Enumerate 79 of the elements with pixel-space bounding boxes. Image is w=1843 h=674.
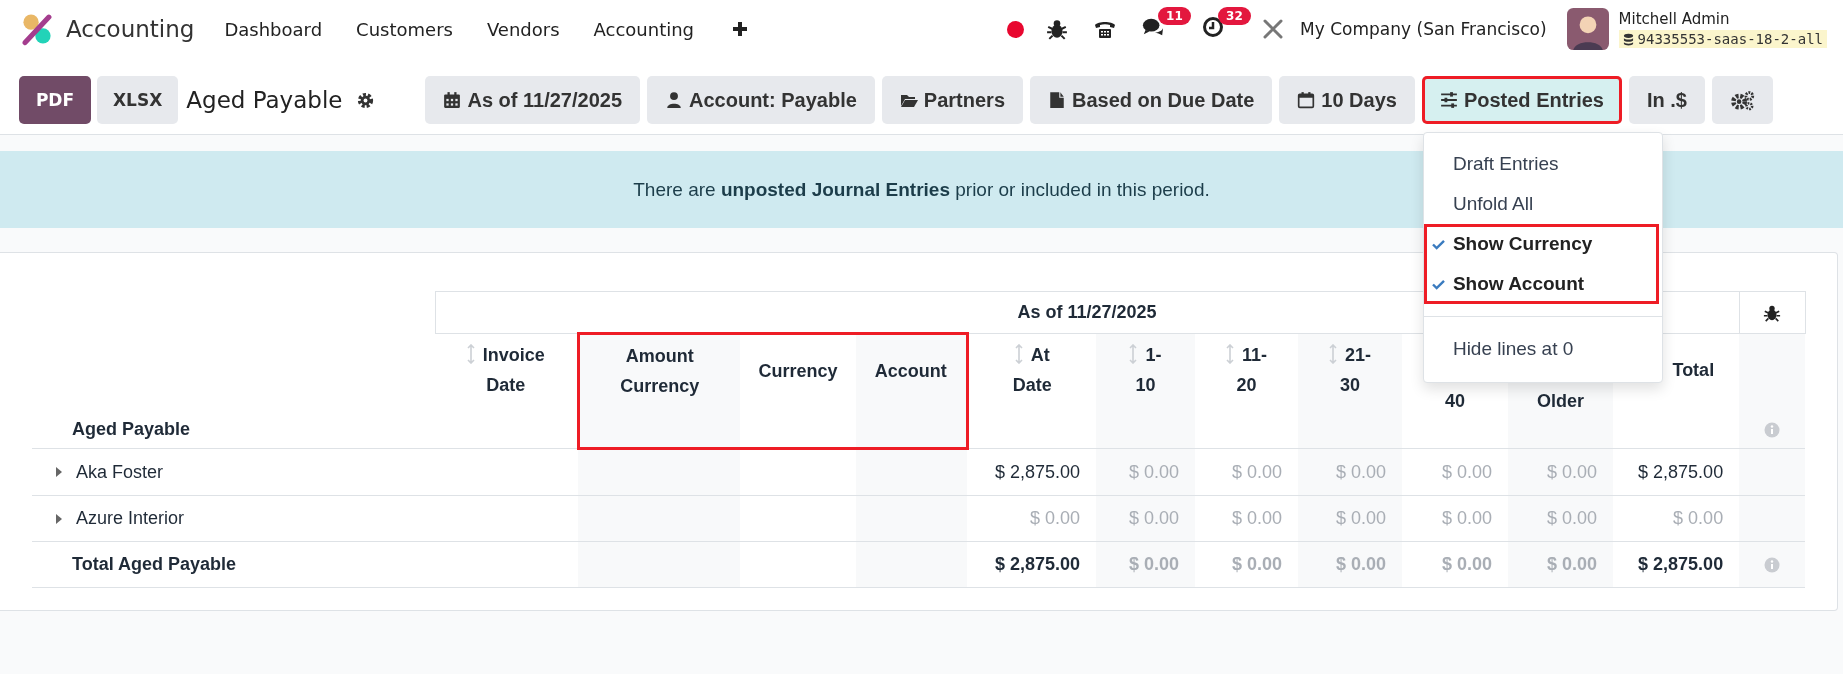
amount-cell: $ 0.00 [1231,508,1282,528]
amount-cell: $ 0.00 [1029,508,1080,528]
amount-cell: $ 2,875.00 [994,461,1080,482]
sliders-icon [1439,91,1458,109]
column-header: Account [856,333,967,449]
dropdown-option[interactable]: Show Currency [1423,224,1659,264]
amount-cell: $ 0.00 [1335,554,1386,574]
menu-item[interactable]: Accounting [593,18,695,40]
sort-icon [1129,344,1138,364]
row-label[interactable]: Azure Interior [76,508,185,530]
menu-item[interactable]: Dashboard [224,18,323,40]
user-icon [665,91,684,109]
expand-caret-icon[interactable] [56,513,62,524]
record-dot-icon[interactable] [1007,20,1025,38]
user-avatar[interactable] [1566,8,1609,50]
database-label: 94335553-saas-18-2-all [1637,31,1823,47]
bug-icon[interactable] [1046,18,1069,40]
column-header[interactable]: 21- 30 [1298,333,1402,449]
amount-cell: $ 0.00 [1335,461,1386,482]
document-icon [1048,91,1066,109]
column-header[interactable]: 1- 10 [1096,333,1195,449]
user-name[interactable]: Mitchell Admin [1618,10,1827,28]
amount-cell: $ 0.00 [1441,508,1492,528]
amount-cell: $ 0.00 [1128,461,1179,482]
amount-cell: $ 2,875.00 [1638,554,1724,574]
app-name[interactable]: Accounting [66,16,195,42]
amount-cell: $ 0.00 [1441,554,1492,574]
expand-caret-icon[interactable] [56,467,62,478]
check-icon [1431,238,1445,250]
activity-count-badge: 32 [1218,7,1251,25]
export-button[interactable]: PDF [19,76,91,124]
sort-icon [466,344,475,364]
filter-button[interactable]: Account: Payable [647,76,875,124]
dropdown-option[interactable]: Draft Entries [1423,144,1662,184]
filter-button[interactable]: Posted Entries [1421,76,1622,124]
app-logo-icon[interactable] [20,12,54,46]
report-name: Aged Payable [72,419,191,439]
amount-cell: $ 0.00 [1546,508,1597,528]
message-count-badge: 11 [1158,7,1191,25]
row-label: Total Aged Payable [72,554,237,575]
dropdown-option[interactable]: Unfold All [1423,184,1662,224]
filter-button[interactable]: Based on Due Date [1030,76,1273,124]
filter-button[interactable]: 10 Days [1279,76,1415,124]
amount-cell: $ 0.00 [1128,554,1179,574]
filter-button[interactable]: As of 11/27/2025 [425,76,641,124]
calendar-icon [1297,91,1316,109]
company-switcher[interactable]: My Company (San Francisco) [1300,19,1547,39]
filter-button[interactable]: In .$ [1628,76,1705,124]
amount-cell: $ 0.00 [1673,508,1724,528]
amount-cell: $ 0.00 [1231,461,1282,482]
calendar-icon [443,91,462,109]
chat-icon[interactable] [1142,16,1165,38]
column-header: Amount Currency [578,333,740,449]
gears-icon [1729,89,1755,111]
check-icon [1431,278,1445,290]
report-title: Aged Payable [186,87,343,113]
filter-button[interactable] [1711,76,1773,124]
filter-button[interactable]: Partners [881,76,1023,124]
export-button[interactable]: XLSX [97,76,179,124]
amount-cell: $ 2,875.00 [1638,461,1724,482]
amount-cell: $ 0.00 [1546,554,1597,574]
settings-icon[interactable] [356,90,376,110]
plus-icon[interactable] [732,21,749,37]
amount-cell: $ 2,875.00 [994,554,1080,574]
menu-item[interactable]: Customers [356,18,453,40]
menu-item[interactable]: Vendors [486,18,560,40]
amount-cell: $ 0.00 [1335,508,1386,528]
database-icon [1622,32,1634,46]
amount-cell: $ 0.00 [1231,554,1282,574]
bug-icon[interactable] [1763,304,1782,323]
amount-cell: $ 0.00 [1128,508,1179,528]
sort-icon [1329,344,1337,364]
banner-message: There are unposted Journal Entries prior or included in this period. [633,178,1210,201]
amount-cell: $ 0.00 [1546,461,1597,482]
sort-icon [1226,344,1234,364]
row-label[interactable]: Aka Foster [76,461,164,483]
sort-icon [1014,344,1023,364]
clock-icon[interactable] [1202,16,1225,38]
amount-cell: $ 0.00 [1441,461,1492,482]
